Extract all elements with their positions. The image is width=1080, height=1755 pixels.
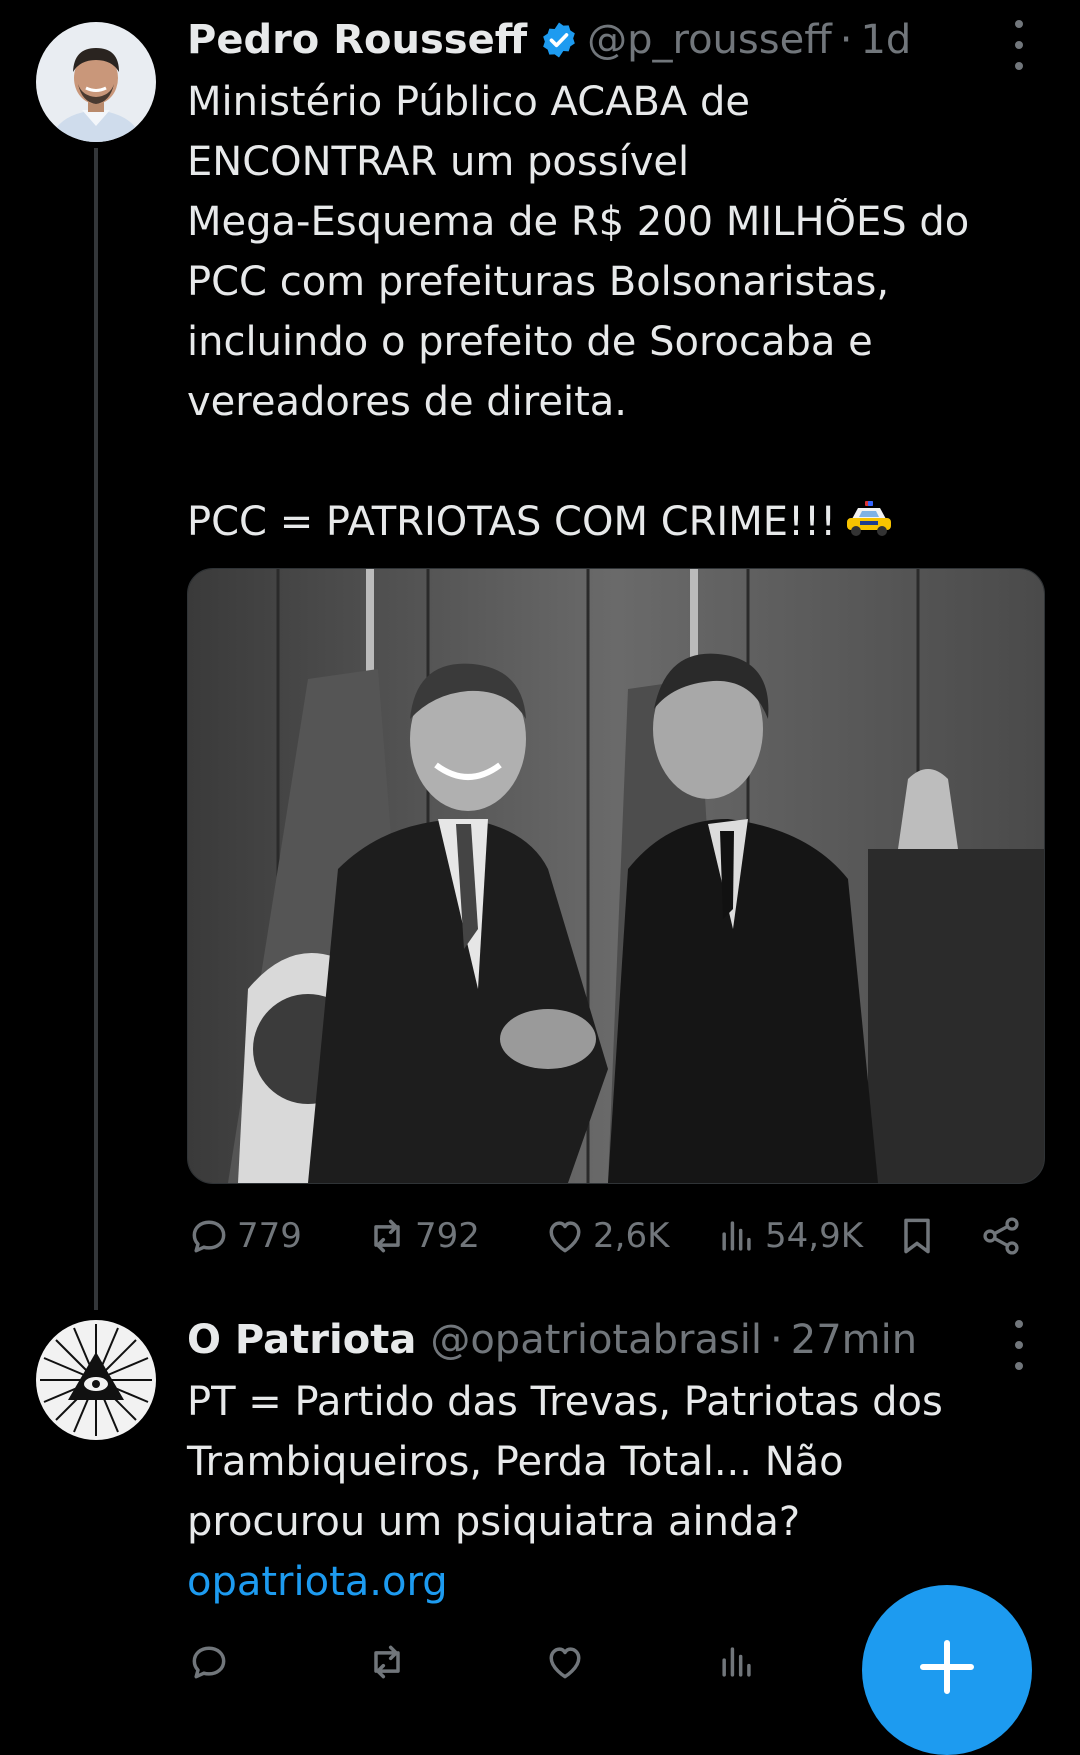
tweet-timestamp[interactable]: 27min: [791, 1316, 917, 1364]
tweet-text: Ministério Público ACABA de ENCONTRAR um…: [187, 79, 970, 545]
thread-line: [94, 148, 98, 1310]
tweet-photo[interactable]: [187, 568, 1045, 1184]
verified-badge-icon: [543, 22, 575, 58]
views-button[interactable]: 54,9K: [715, 1214, 863, 1258]
retweet-count: 792: [415, 1216, 480, 1256]
share-icon: [983, 1217, 1019, 1255]
photo-illustration: [188, 569, 1044, 1183]
heart-icon: [549, 1221, 581, 1253]
compose-tweet-button[interactable]: [862, 1585, 1032, 1755]
view-count: 54,9K: [765, 1216, 863, 1256]
like-button[interactable]: [543, 1640, 587, 1684]
reply-icon: [192, 1646, 226, 1679]
tweet-timestamp[interactable]: 1d: [860, 16, 911, 64]
reply-button[interactable]: 779: [187, 1214, 302, 1258]
bookmark-icon: [904, 1218, 930, 1254]
tweet-actions: 779 792 2,6K 54,9K: [187, 1206, 1047, 1266]
reply-count: 779: [237, 1216, 302, 1256]
retweet-icon: [374, 1645, 400, 1679]
separator-dot: ·: [770, 1317, 783, 1363]
like-count: 2,6K: [593, 1216, 670, 1256]
more-options-icon[interactable]: [1009, 1320, 1029, 1370]
plus-icon: [920, 1640, 974, 1694]
tweet-header: O Patriota @opatriotabrasil · 27min: [187, 1316, 917, 1364]
retweet-button[interactable]: [365, 1640, 409, 1684]
more-options-icon[interactable]: [1009, 20, 1029, 70]
bookmark-button[interactable]: [895, 1214, 939, 1258]
avatar-pedro-rousseff[interactable]: [36, 22, 156, 142]
avatar-o-patriota[interactable]: [36, 1320, 156, 1440]
tweet-header: Pedro Rousseff @p_rousseff · 1d: [187, 16, 911, 64]
retweet-button[interactable]: 792: [365, 1214, 480, 1258]
views-chart-icon: [722, 1647, 751, 1677]
views-button[interactable]: [715, 1640, 759, 1684]
like-button[interactable]: 2,6K: [543, 1214, 669, 1258]
retweet-icon: [374, 1219, 400, 1253]
share-button[interactable]: [979, 1214, 1023, 1258]
author-name[interactable]: Pedro Rousseff: [187, 16, 527, 64]
separator-dot: ·: [839, 17, 853, 63]
heart-icon: [549, 1647, 581, 1679]
police-car-icon: [847, 501, 892, 536]
reply-button[interactable]: [187, 1640, 231, 1684]
tweet-text: PT = Partido das Trevas, Patriotas dos T…: [187, 1379, 943, 1545]
views-chart-icon: [722, 1221, 751, 1251]
author-handle[interactable]: @p_rousseff: [587, 16, 832, 64]
author-name[interactable]: O Patriota: [187, 1316, 416, 1364]
author-handle[interactable]: @opatriotabrasil: [430, 1316, 762, 1364]
reply-icon: [192, 1220, 226, 1253]
